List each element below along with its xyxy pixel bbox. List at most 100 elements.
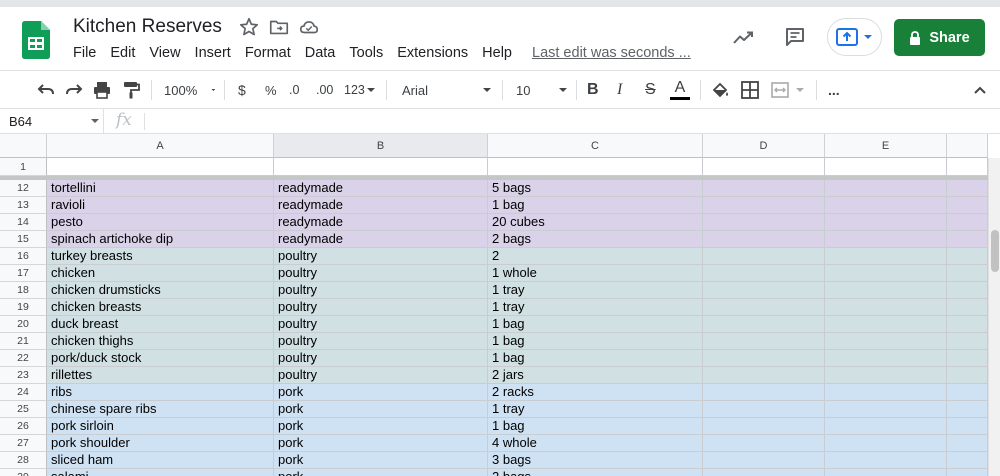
menu-tools[interactable]: Tools: [349, 45, 383, 61]
row-header[interactable]: 14: [0, 214, 47, 231]
decrease-decimals-button[interactable]: .0: [289, 71, 299, 109]
row-header[interactable]: 12: [0, 180, 47, 197]
cell-f[interactable]: [947, 401, 988, 418]
cell-f[interactable]: [947, 316, 988, 333]
cell-b[interactable]: readymade: [274, 231, 488, 248]
row-header[interactable]: 27: [0, 435, 47, 452]
cell-e[interactable]: [825, 248, 947, 265]
cell-b[interactable]: poultry: [274, 367, 488, 384]
row-header[interactable]: 16: [0, 248, 47, 265]
cell-d[interactable]: [703, 316, 825, 333]
cell-b1[interactable]: [274, 158, 488, 176]
cell-c[interactable]: 2 bags: [488, 469, 703, 476]
cell-e[interactable]: [825, 418, 947, 435]
cell-d[interactable]: [703, 401, 825, 418]
document-title[interactable]: Kitchen Reserves: [73, 16, 222, 38]
row-header[interactable]: 24: [0, 384, 47, 401]
cell-a[interactable]: salami: [47, 469, 274, 476]
star-icon[interactable]: [238, 16, 260, 38]
column-header-c[interactable]: C: [488, 134, 703, 158]
cell-e[interactable]: [825, 316, 947, 333]
cell-a[interactable]: pesto: [47, 214, 274, 231]
menu-insert[interactable]: Insert: [195, 45, 231, 61]
cell-a[interactable]: pork shoulder: [47, 435, 274, 452]
italic-button[interactable]: I: [617, 71, 622, 109]
cell-c[interactable]: 1 tray: [488, 282, 703, 299]
cell-d[interactable]: [703, 418, 825, 435]
cell-a[interactable]: chicken drumsticks: [47, 282, 274, 299]
cell-e[interactable]: [825, 367, 947, 384]
row-header[interactable]: 23: [0, 367, 47, 384]
cell-e[interactable]: [825, 214, 947, 231]
print-button[interactable]: [92, 71, 112, 109]
cell-f[interactable]: [947, 214, 988, 231]
comments-icon[interactable]: [783, 25, 807, 49]
row-header[interactable]: 19: [0, 299, 47, 316]
present-button[interactable]: [827, 18, 882, 56]
redo-button[interactable]: [64, 71, 84, 109]
cell-d[interactable]: [703, 180, 825, 197]
cell-b[interactable]: poultry: [274, 299, 488, 316]
cell-b[interactable]: pork: [274, 469, 488, 476]
cell-f[interactable]: [947, 333, 988, 350]
cell-b[interactable]: pork: [274, 384, 488, 401]
row-header[interactable]: 15: [0, 231, 47, 248]
cell-f[interactable]: [947, 180, 988, 197]
undo-button[interactable]: [36, 71, 56, 109]
cell-f[interactable]: [947, 282, 988, 299]
cell-f[interactable]: [947, 197, 988, 214]
cell-d[interactable]: [703, 384, 825, 401]
name-box[interactable]: B64: [0, 109, 104, 134]
fill-color-button[interactable]: [710, 71, 730, 109]
cell-a[interactable]: chinese spare ribs: [47, 401, 274, 418]
cell-c1[interactable]: [488, 158, 703, 176]
column-header-e[interactable]: E: [825, 134, 947, 158]
cell-c[interactable]: 1 bag: [488, 333, 703, 350]
row-header[interactable]: 13: [0, 197, 47, 214]
row-header[interactable]: 29: [0, 469, 47, 476]
cell-a[interactable]: ravioli: [47, 197, 274, 214]
menu-edit[interactable]: Edit: [110, 45, 135, 61]
row-header[interactable]: 20: [0, 316, 47, 333]
cell-a[interactable]: chicken thighs: [47, 333, 274, 350]
cell-d[interactable]: [703, 333, 825, 350]
cell-a[interactable]: turkey breasts: [47, 248, 274, 265]
cell-b[interactable]: readymade: [274, 197, 488, 214]
cell-c[interactable]: 4 whole: [488, 435, 703, 452]
cell-f[interactable]: [947, 435, 988, 452]
cell-b[interactable]: readymade: [274, 214, 488, 231]
cell-e[interactable]: [825, 350, 947, 367]
cell-f[interactable]: [947, 384, 988, 401]
cell-c[interactable]: 2 jars: [488, 367, 703, 384]
cell-d[interactable]: [703, 435, 825, 452]
cell-c[interactable]: 2 racks: [488, 384, 703, 401]
cell-a[interactable]: sliced ham: [47, 452, 274, 469]
row-header[interactable]: 21: [0, 333, 47, 350]
cell-f[interactable]: [947, 452, 988, 469]
share-button[interactable]: Share: [894, 19, 985, 56]
cell-c[interactable]: 2 bags: [488, 231, 703, 248]
text-color-button[interactable]: A: [670, 71, 690, 109]
cell-b[interactable]: poultry: [274, 265, 488, 282]
cell-b[interactable]: poultry: [274, 333, 488, 350]
row-header[interactable]: 18: [0, 282, 47, 299]
cell-d[interactable]: [703, 214, 825, 231]
collapse-toolbar-button[interactable]: [973, 71, 987, 109]
cell-c[interactable]: 1 tray: [488, 401, 703, 418]
cell-f1[interactable]: [947, 158, 988, 176]
cell-e[interactable]: [825, 282, 947, 299]
cell-b[interactable]: pork: [274, 435, 488, 452]
cell-e[interactable]: [825, 435, 947, 452]
cell-e[interactable]: [825, 299, 947, 316]
cell-d[interactable]: [703, 248, 825, 265]
cell-e[interactable]: [825, 333, 947, 350]
cell-b[interactable]: poultry: [274, 248, 488, 265]
cloud-status-icon[interactable]: [298, 16, 320, 38]
menu-format[interactable]: Format: [245, 45, 291, 61]
cell-a1[interactable]: [47, 158, 274, 176]
row-header[interactable]: 26: [0, 418, 47, 435]
row-header[interactable]: 25: [0, 401, 47, 418]
cell-a[interactable]: tortellini: [47, 180, 274, 197]
cell-b[interactable]: poultry: [274, 316, 488, 333]
merge-cells-button[interactable]: [770, 71, 804, 109]
